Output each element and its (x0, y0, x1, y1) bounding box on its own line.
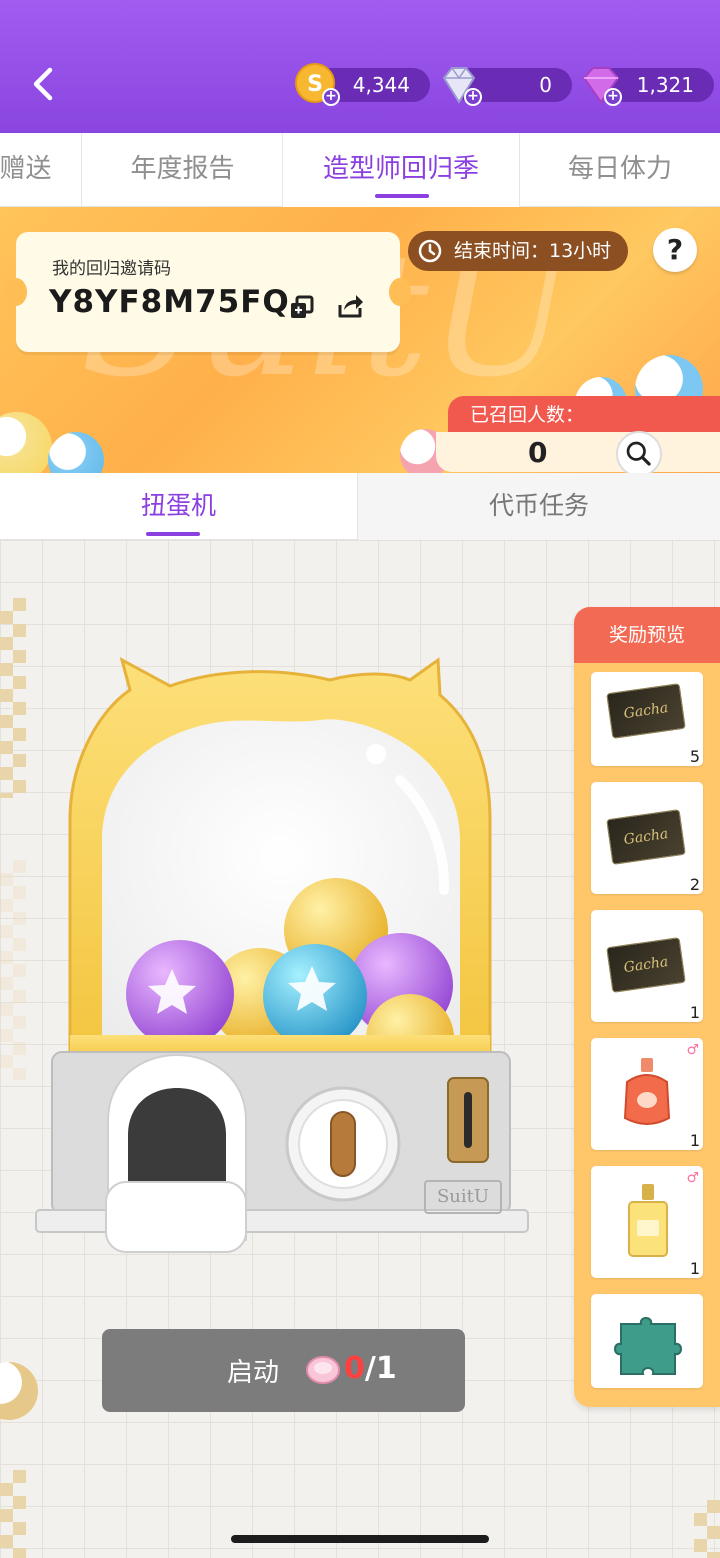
back-icon[interactable] (26, 62, 60, 106)
reward-item-gacha-ticket[interactable]: Gacha 1 (591, 910, 703, 1022)
invite-code: Y8YF8M75FQ (49, 284, 290, 320)
start-button[interactable] (102, 1329, 465, 1412)
svg-text:S: S (307, 72, 323, 97)
subtab-active-indicator (146, 532, 200, 536)
invite-code-label: 我的回归邀请码 (52, 259, 171, 279)
copy-icon[interactable] (288, 294, 316, 322)
gacha-ticket-icon: Gacha (606, 683, 686, 739)
recalled-label: 已召回人数： (448, 396, 720, 434)
decor-ball (48, 432, 104, 473)
reward-item-puzzle[interactable] (591, 1294, 703, 1388)
perfume-orange-icon (623, 1058, 671, 1125)
tab-annual-report[interactable]: 年度报告 (83, 133, 283, 207)
reward-item-perfume[interactable]: ♂ 1 (591, 1038, 703, 1150)
perfume-yellow-icon (628, 1184, 668, 1257)
decor-checker (694, 1500, 720, 1558)
token-icon (306, 1356, 340, 1384)
tab-token-tasks[interactable]: 代币任务 (358, 473, 720, 540)
decor-checker (0, 1470, 26, 1558)
decor-checker (0, 598, 26, 798)
reward-item-gacha-ticket[interactable]: Gacha 2 (591, 782, 703, 894)
add-diamond-button[interactable]: + (464, 88, 482, 106)
decor-checker (0, 860, 26, 1080)
add-coin-button[interactable]: + (322, 88, 340, 106)
home-indicator[interactable] (231, 1535, 489, 1543)
tab-active-indicator (375, 194, 429, 198)
tab-gacha-machine[interactable]: 扭蛋机 (0, 473, 358, 540)
start-label: 启动 (227, 1358, 280, 1388)
sub-tab-bar: 扭蛋机 代币任务 (0, 473, 720, 540)
puzzle-piece-icon (614, 1317, 682, 1375)
clock-icon (418, 239, 442, 263)
pink-gender-icon: ♂ (686, 1042, 699, 1058)
gacha-ticket-icon: Gacha (606, 937, 686, 993)
recalled-count-panel (436, 432, 720, 472)
tab-gift[interactable]: 赠送 (0, 133, 82, 207)
invite-code-card: 我的回归邀请码 Y8YF8M75FQ (5, 232, 411, 352)
top-tab-bar: 赠送 年度报告 造型师回归季 每日体力 (0, 133, 720, 207)
help-button[interactable]: ? (653, 228, 697, 272)
pink-gender-icon: ♂ (686, 1170, 699, 1186)
share-icon[interactable] (336, 292, 364, 320)
reward-item-gacha-ticket[interactable]: Gacha 5 (591, 672, 703, 766)
gacha-ticket-icon: Gacha (606, 809, 686, 865)
recalled-count: 0 (528, 436, 548, 469)
decor-ball (0, 412, 52, 473)
search-icon[interactable] (616, 431, 662, 477)
reward-preview-title: 奖励预览 (574, 607, 720, 663)
add-gem-button[interactable]: + (604, 88, 622, 106)
gacha-machine[interactable] (30, 650, 550, 1270)
tab-daily-stamina[interactable]: 每日体力 (520, 133, 720, 207)
token-count: 0/1 (344, 1351, 397, 1386)
machine-brand-logo: SuitU (424, 1180, 502, 1214)
reward-item-perfume[interactable]: ♂ 1 (591, 1166, 703, 1278)
top-bar: 4,344 S + 0 + 1,321 + (0, 0, 720, 133)
